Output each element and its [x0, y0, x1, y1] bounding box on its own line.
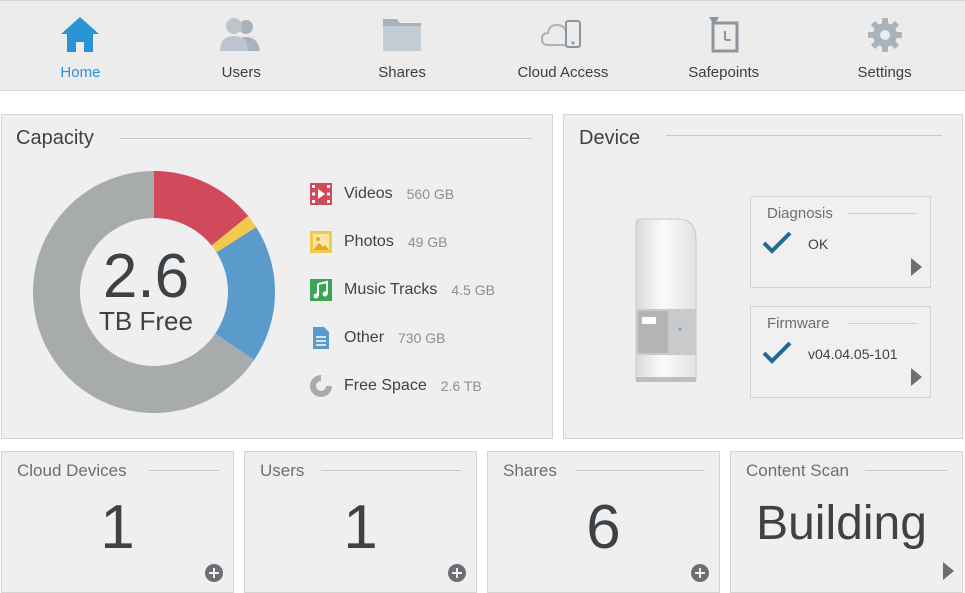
gear-icon — [865, 15, 905, 60]
capacity-title-rule — [120, 138, 532, 139]
legend-free-space: Free Space 2.6 TB — [308, 372, 482, 400]
diagnosis-card[interactable]: Diagnosis OK — [750, 196, 931, 288]
diagnosis-status: OK — [808, 236, 829, 252]
photo-icon — [308, 229, 334, 255]
check-icon — [762, 231, 792, 260]
add-share-button[interactable] — [691, 564, 709, 582]
top-nav: Home Users Shares Cloud Access Safepoint… — [0, 0, 965, 91]
nav-label-settings: Settings — [857, 64, 912, 81]
nav-item-cloud-access[interactable]: Cloud Access — [482, 1, 643, 90]
nav-item-safepoints[interactable]: Safepoints — [643, 1, 804, 90]
legend-free-space-name: Free Space — [344, 377, 427, 394]
content-scan-arrow-icon[interactable] — [943, 562, 954, 580]
device-title: Device — [579, 127, 641, 149]
tile-users: Users 1 — [244, 451, 477, 593]
tile-shares-value: 6 — [586, 493, 621, 562]
tile-users-rule — [321, 470, 461, 471]
safepoint-icon — [703, 15, 745, 60]
capacity-title: Capacity — [16, 127, 94, 149]
nav-item-settings[interactable]: Settings — [804, 1, 965, 90]
document-icon — [308, 325, 334, 351]
diagnosis-title: Diagnosis — [767, 205, 833, 222]
legend-videos-value: 560 GB — [406, 186, 455, 202]
my-cloud-device-image — [635, 218, 697, 382]
users-icon — [218, 15, 264, 60]
tile-content-scan-rule — [865, 470, 947, 471]
tile-shares-rule — [576, 470, 704, 471]
nav-label-shares: Shares — [378, 64, 426, 81]
pie-icon — [308, 373, 334, 399]
nav-item-users[interactable]: Users — [161, 1, 322, 90]
cloud-device-icon — [540, 15, 586, 60]
tile-cloud-devices: Cloud Devices 1 — [1, 451, 234, 593]
free-space-value: 2.6 — [102, 242, 190, 311]
legend-photos-name: Photos — [344, 233, 394, 250]
firmware-card[interactable]: Firmware v04.04.05-101 — [750, 306, 931, 398]
legend-other-value: 730 GB — [398, 330, 446, 346]
legend-music: Music Tracks 4.5 GB — [308, 276, 495, 304]
legend-photos-value: 49 GB — [407, 234, 448, 250]
legend-videos: Videos 560 GB — [308, 180, 454, 208]
folder-icon — [381, 15, 423, 60]
tile-content-scan-value: Building — [756, 497, 927, 550]
tile-content-scan-title: Content Scan — [746, 461, 850, 480]
firmware-rule — [847, 323, 917, 324]
legend-free-space-value: 2.6 TB — [440, 378, 482, 394]
device-panel: Device Diagnosis OK Firmware v04.04.05-1… — [563, 114, 963, 439]
video-icon — [308, 181, 334, 207]
free-space-label: TB Free — [99, 306, 193, 336]
firmware-arrow-icon[interactable] — [911, 368, 922, 386]
tile-users-title: Users — [260, 461, 305, 480]
nav-item-shares[interactable]: Shares — [322, 1, 483, 90]
device-title-rule — [666, 135, 942, 136]
firmware-title: Firmware — [767, 315, 830, 332]
add-cloud-device-button[interactable] — [205, 564, 223, 582]
diagnosis-arrow-icon[interactable] — [911, 258, 922, 276]
tile-cloud-devices-value: 1 — [100, 493, 135, 562]
add-user-button[interactable] — [448, 564, 466, 582]
home-icon — [59, 15, 101, 60]
legend-photos: Photos 49 GB — [308, 228, 448, 256]
tile-content-scan: Content Scan Building — [730, 451, 963, 593]
nav-label-safepoints: Safepoints — [688, 64, 760, 81]
diagnosis-rule — [847, 213, 917, 214]
nav-label-cloud-access: Cloud Access — [517, 64, 609, 81]
nav-label-home: Home — [60, 64, 101, 81]
legend-videos-name: Videos — [344, 185, 393, 202]
tile-shares-title: Shares — [503, 461, 557, 480]
firmware-version: v04.04.05-101 — [808, 346, 898, 362]
check-icon — [762, 341, 792, 370]
tile-users-value: 1 — [343, 493, 378, 562]
legend-other: Other 730 GB — [308, 324, 446, 352]
tile-cloud-devices-rule — [149, 470, 219, 471]
music-icon — [308, 277, 334, 303]
tile-shares: Shares 6 — [487, 451, 720, 593]
tile-cloud-devices-title: Cloud Devices — [17, 461, 127, 480]
legend-music-name: Music Tracks — [344, 281, 438, 298]
nav-label-users: Users — [221, 64, 261, 81]
legend-music-value: 4.5 GB — [451, 282, 495, 298]
nav-item-home[interactable]: Home — [0, 1, 161, 90]
legend-other-name: Other — [344, 329, 385, 346]
